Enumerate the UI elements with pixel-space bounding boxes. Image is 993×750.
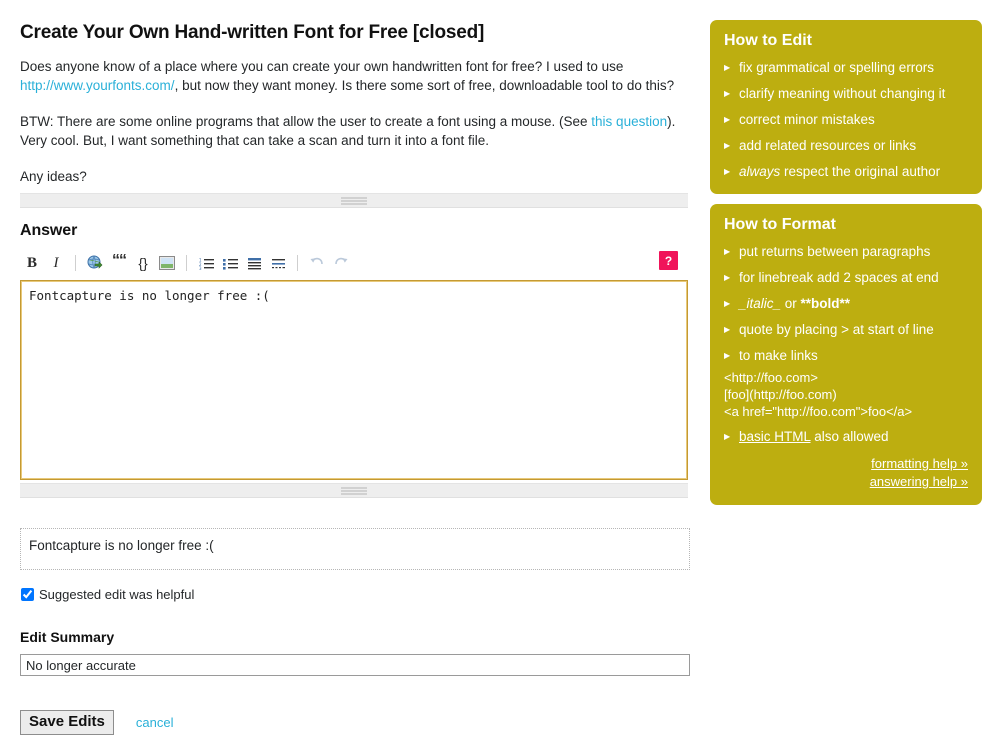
- formatting-help-link[interactable]: formatting help »: [724, 455, 968, 473]
- answer-resize-grip[interactable]: [20, 483, 688, 498]
- how-to-format-item-italic-bold: _italic_ or **bold**: [724, 295, 968, 312]
- suggested-edit-helpful-label[interactable]: Suggested edit was helpful: [39, 587, 194, 602]
- how-to-edit-box: How to Edit fix grammatical or spelling …: [710, 20, 982, 194]
- heading-icon[interactable]: [242, 252, 266, 274]
- question-paragraph-1: Does anyone know of a place where you ca…: [20, 57, 690, 95]
- format-italic-sample: _italic_: [739, 296, 782, 311]
- image-icon[interactable]: [155, 252, 179, 274]
- save-edits-button[interactable]: Save Edits: [20, 710, 114, 735]
- format-help-links: formatting help » answering help »: [724, 455, 968, 491]
- help-button[interactable]: ?: [659, 251, 678, 270]
- code-icon[interactable]: {}: [131, 252, 155, 274]
- format-code-line: [foo](http://foo.com): [724, 387, 837, 402]
- editor-toolbar: B I ““ {} 1 2 3 ?: [20, 250, 688, 276]
- form-actions: Save Edits cancel: [20, 710, 173, 735]
- how-to-edit-item: correct minor mistakes: [724, 111, 968, 128]
- question-paragraph-2: BTW: There are some online programs that…: [20, 112, 690, 150]
- question-paragraph-1-pre: Does anyone know of a place where you ca…: [20, 58, 624, 74]
- how-to-edit-item: fix grammatical or spelling errors: [724, 59, 968, 76]
- suggested-edit-helpful-row: Suggested edit was helpful: [21, 587, 194, 602]
- how-to-format-item: quote by placing > at start of line: [724, 321, 968, 338]
- format-code-line: <a href="http://foo.com">foo</a>: [724, 404, 913, 419]
- blockquote-icon[interactable]: ““: [107, 250, 131, 277]
- question-column: Create Your Own Hand-written Font for Fr…: [20, 22, 690, 198]
- how-to-edit-item-rest: respect the original author: [780, 164, 941, 179]
- question-paragraph-3: Any ideas?: [20, 168, 87, 184]
- how-to-format-box: How to Format put returns between paragr…: [710, 204, 982, 505]
- svg-text:3: 3: [199, 266, 202, 270]
- how-to-format-item: for linebreak add 2 spaces at end: [724, 269, 968, 286]
- how-to-format-item: to make links: [724, 347, 968, 364]
- how-to-edit-item: clarify meaning without changing it: [724, 85, 968, 102]
- basic-html-rest: also allowed: [810, 429, 889, 444]
- how-to-format-item: put returns between paragraphs: [724, 243, 968, 260]
- page-title: Create Your Own Hand-written Font for Fr…: [20, 22, 485, 43]
- grip-lines-icon: [341, 487, 367, 494]
- how-to-edit-title: How to Edit: [724, 32, 812, 49]
- how-to-format-title: How to Format: [724, 216, 836, 233]
- format-or-text: or: [781, 296, 801, 311]
- this-question-link[interactable]: this question: [591, 114, 667, 129]
- edit-summary-input[interactable]: [20, 654, 690, 676]
- hyperlink-icon[interactable]: [83, 252, 107, 274]
- edit-summary-label: Edit Summary: [20, 629, 115, 645]
- question-paragraph-1-post: , but now they want money. Is there some…: [174, 77, 675, 93]
- how-to-edit-item: add related resources or links: [724, 137, 968, 154]
- answer-textarea[interactable]: Fontcapture is no longer free :(: [20, 280, 688, 480]
- how-to-edit-item-emphasis: always: [739, 164, 781, 179]
- numbered-list-icon[interactable]: 1 2 3: [194, 252, 218, 274]
- answering-help-link[interactable]: answering help »: [724, 473, 968, 491]
- format-bold-sample: **bold**: [800, 296, 851, 311]
- format-code-line: <http://foo.com>: [724, 370, 818, 385]
- bold-button[interactable]: B: [20, 252, 44, 274]
- undo-icon[interactable]: [305, 252, 329, 274]
- how-to-edit-item: always respect the original author: [724, 163, 968, 180]
- cancel-link[interactable]: cancel: [136, 715, 174, 730]
- grip-lines-icon: [341, 197, 367, 204]
- yourfonts-link[interactable]: http://www.yourfonts.com/: [20, 78, 175, 93]
- toolbar-separator: [297, 255, 298, 271]
- italic-button[interactable]: I: [44, 252, 68, 274]
- basic-html-link[interactable]: basic HTML: [739, 429, 811, 444]
- toolbar-separator: [186, 255, 187, 271]
- answer-preview-text: Fontcapture is no longer free :(: [29, 538, 214, 553]
- toolbar-separator: [75, 255, 76, 271]
- how-to-format-item-html: basic HTML also allowed: [724, 428, 968, 445]
- question-paragraph-2-pre: BTW: There are some online programs that…: [20, 113, 592, 129]
- suggested-edit-helpful-checkbox[interactable]: [21, 588, 34, 601]
- redo-icon[interactable]: [329, 252, 353, 274]
- answer-heading: Answer: [20, 222, 78, 239]
- answer-preview: Fontcapture is no longer free :(: [20, 528, 690, 570]
- horizontal-rule-icon[interactable]: [266, 252, 290, 274]
- answer-editor: Answer B I ““ {} 1 2 3 ? Fontcapture is …: [20, 222, 690, 498]
- bulleted-list-icon[interactable]: [218, 252, 242, 274]
- sidebar: How to Edit fix grammatical or spelling …: [710, 20, 982, 515]
- question-resize-grip[interactable]: [20, 193, 688, 208]
